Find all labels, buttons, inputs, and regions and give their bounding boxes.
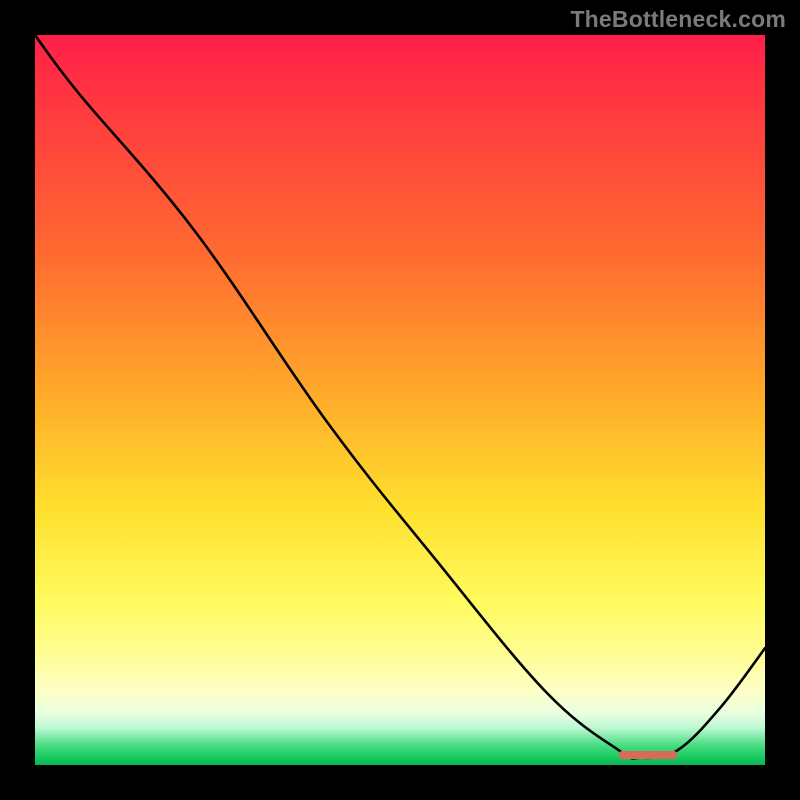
optimum-marker (619, 751, 677, 759)
curve-path (35, 35, 765, 759)
bottleneck-curve (35, 35, 765, 765)
watermark-text: TheBottleneck.com (570, 6, 786, 33)
chart-frame: TheBottleneck.com (0, 0, 800, 800)
plot-area (35, 35, 765, 765)
